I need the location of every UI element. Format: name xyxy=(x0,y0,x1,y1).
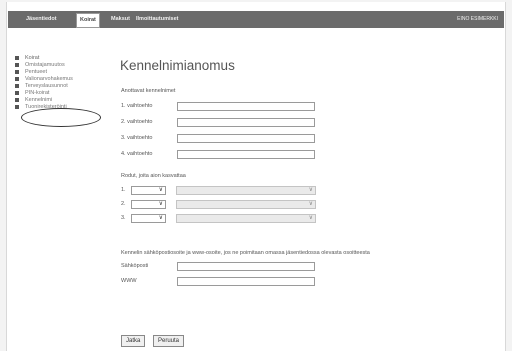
kennel-name-input-1[interactable] xyxy=(177,102,315,111)
chevron-down-icon: ∨ xyxy=(158,201,163,207)
kennel-name-input-3[interactable] xyxy=(177,134,315,143)
chevron-down-icon: ∨ xyxy=(308,187,313,193)
sidebar-item-label: Kennelnimi xyxy=(25,97,53,103)
user-name[interactable]: EINO ESIMERKKI xyxy=(457,11,498,28)
www-field[interactable] xyxy=(177,277,315,286)
page-background xyxy=(6,2,506,351)
sidebar-item-label: Terveyslausunnot xyxy=(25,83,68,89)
breed-label-1: 1. xyxy=(121,187,126,193)
bullet-icon xyxy=(15,56,19,60)
sidebar-item-label: Valionarvohakemus xyxy=(25,76,73,82)
tab-koirat[interactable]: Koirat xyxy=(76,13,100,28)
breed-number-select-2[interactable]: ∨ xyxy=(131,200,166,209)
top-navigation-bar: Jäsentiedot Koirat Maksut Ilmoittautumis… xyxy=(8,11,504,28)
tab-maksut[interactable]: Maksut xyxy=(111,11,130,28)
breed-select-3[interactable]: ∨ xyxy=(176,214,316,223)
bullet-icon xyxy=(15,84,19,88)
continue-button[interactable]: Jatka xyxy=(121,335,146,347)
names-heading: Anottavat kennelnimet xyxy=(121,88,176,94)
chevron-down-icon: ∨ xyxy=(308,201,313,207)
bullet-icon xyxy=(15,105,19,109)
tab-ilmoittautumiset[interactable]: Ilmoittautumiset xyxy=(136,11,178,28)
chevron-down-icon: ∨ xyxy=(308,215,313,221)
sidebar-item-label: Pentueet xyxy=(25,69,48,75)
name-label-2: 2. vaihtoehto xyxy=(121,119,153,125)
sidebar-item-label: PIN-koirat xyxy=(25,90,50,96)
breed-select-1[interactable]: ∨ xyxy=(176,186,316,195)
email-label: Sähköposti xyxy=(121,263,149,269)
highlight-circle xyxy=(21,108,101,127)
name-label-1: 1. vaihtoehto xyxy=(121,103,153,109)
contact-heading: Kennelin sähköpostiosoite ja www-osoite,… xyxy=(121,250,370,256)
chevron-down-icon: ∨ xyxy=(158,187,163,193)
bullet-icon xyxy=(15,77,19,81)
sidebar-item-label: Koirat xyxy=(25,55,40,61)
cancel-button[interactable]: Peruuta xyxy=(153,335,185,347)
kennel-name-input-2[interactable] xyxy=(177,118,315,127)
www-label: WWW xyxy=(121,278,137,284)
breeds-heading: Rodut, joita aion kasvattaa xyxy=(121,173,186,179)
bullet-icon xyxy=(15,63,19,67)
breed-number-select-1[interactable]: ∨ xyxy=(131,186,166,195)
page-title: Kennelnimianomus xyxy=(120,58,235,73)
email-field[interactable] xyxy=(177,262,315,271)
breed-label-3: 3. xyxy=(121,215,126,221)
tab-jasentiedot[interactable]: Jäsentiedot xyxy=(26,11,57,28)
name-label-3: 3. vaihtoehto xyxy=(121,135,153,141)
bullet-icon xyxy=(15,70,19,74)
breed-number-select-3[interactable]: ∨ xyxy=(131,214,166,223)
breed-select-2[interactable]: ∨ xyxy=(176,200,316,209)
sidebar-item-label: Omistajamuutos xyxy=(25,62,65,68)
bullet-icon xyxy=(15,98,19,102)
breed-label-2: 2. xyxy=(121,201,126,207)
bullet-icon xyxy=(15,91,19,95)
name-label-4: 4. vaihtoehto xyxy=(121,151,153,157)
kennel-name-input-4[interactable] xyxy=(177,150,315,159)
chevron-down-icon: ∨ xyxy=(158,215,163,221)
